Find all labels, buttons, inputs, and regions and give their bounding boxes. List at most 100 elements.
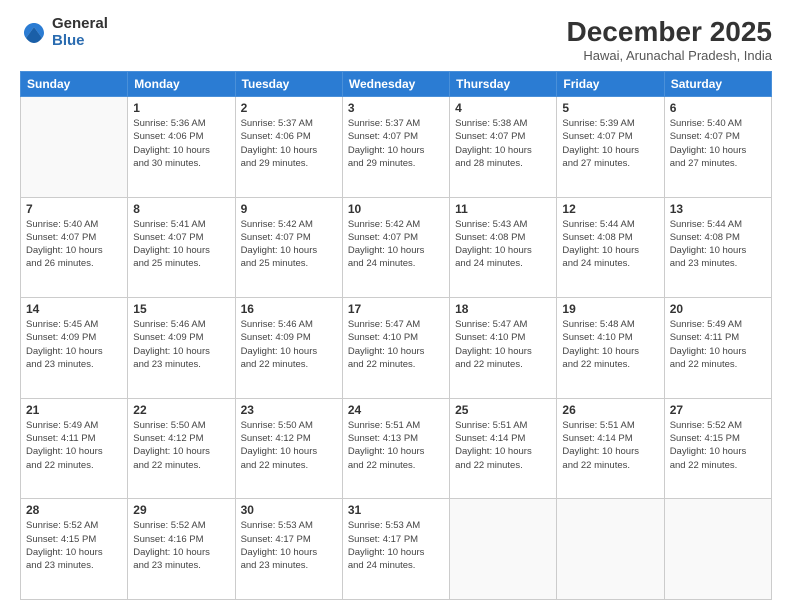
calendar-cell: 7 Sunrise: 5:40 AM Sunset: 4:07 PM Daylig…: [21, 197, 128, 298]
calendar-cell: 3 Sunrise: 5:37 AM Sunset: 4:07 PM Daylig…: [342, 97, 449, 198]
calendar-cell: 2Sunrise: 5:37 AM Sunset: 4:06 PM Daylig…: [235, 97, 342, 198]
logo-icon: [20, 19, 48, 47]
calendar-cell: 11 Sunrise: 5:43 AM Sunset: 4:08 PM Dayli…: [450, 197, 557, 298]
cell-info: Sunrise: 5:52 AM Sunset: 4:15 PM Dayligh…: [26, 519, 122, 572]
week-row-2: 14 Sunrise: 5:45 AM Sunset: 4:09 PM Dayli…: [21, 298, 772, 399]
week-row-3: 21 Sunrise: 5:49 AM Sunset: 4:11 PM Dayli…: [21, 398, 772, 499]
day-number: 31: [348, 503, 444, 517]
cell-info: Sunrise: 5:53 AM Sunset: 4:17 PM Dayligh…: [241, 519, 337, 572]
cell-info: Sunrise: 5:49 AM Sunset: 4:11 PM Dayligh…: [26, 419, 122, 472]
cell-info: Sunrise: 5:51 AM Sunset: 4:13 PM Dayligh…: [348, 419, 444, 472]
calendar-cell: 16Sunrise: 5:46 AM Sunset: 4:09 PM Dayli…: [235, 298, 342, 399]
calendar-cell: 4 Sunrise: 5:38 AM Sunset: 4:07 PM Daylig…: [450, 97, 557, 198]
day-number: 5: [562, 101, 658, 115]
cell-info: Sunrise: 5:38 AM Sunset: 4:07 PM Dayligh…: [455, 117, 551, 170]
header-tuesday: Tuesday: [235, 72, 342, 97]
calendar-cell: 9Sunrise: 5:42 AM Sunset: 4:07 PM Daylig…: [235, 197, 342, 298]
page: General Blue December 2025 Hawai, Arunac…: [0, 0, 792, 612]
calendar-cell: 20Sunrise: 5:49 AM Sunset: 4:11 PM Dayli…: [664, 298, 771, 399]
day-number: 21: [26, 403, 122, 417]
logo-blue: Blue: [52, 32, 85, 49]
cell-info: Sunrise: 5:40 AM Sunset: 4:07 PM Dayligh…: [26, 218, 122, 271]
calendar-cell: 1Sunrise: 5:36 AM Sunset: 4:06 PM Daylig…: [128, 97, 235, 198]
calendar-cell: 28 Sunrise: 5:52 AM Sunset: 4:15 PM Dayli…: [21, 499, 128, 600]
calendar-cell: 22 Sunrise: 5:50 AM Sunset: 4:12 PM Dayli…: [128, 398, 235, 499]
header-friday: Friday: [557, 72, 664, 97]
calendar-cell: [21, 97, 128, 198]
header-monday: Monday: [128, 72, 235, 97]
day-number: 20: [670, 302, 766, 316]
header: General Blue December 2025 Hawai, Arunac…: [20, 16, 772, 63]
day-number: 13: [670, 202, 766, 216]
cell-info: Sunrise: 5:50 AM Sunset: 4:12 PM Dayligh…: [241, 419, 337, 472]
day-number: 7: [26, 202, 122, 216]
day-number: 3: [348, 101, 444, 115]
calendar-cell: 30 Sunrise: 5:53 AM Sunset: 4:17 PM Dayli…: [235, 499, 342, 600]
cell-info: Sunrise: 5:44 AM Sunset: 4:08 PM Dayligh…: [670, 218, 766, 271]
calendar-cell: 24 Sunrise: 5:51 AM Sunset: 4:13 PM Dayli…: [342, 398, 449, 499]
cell-info: Sunrise: 5:51 AM Sunset: 4:14 PM Dayligh…: [455, 419, 551, 472]
calendar-cell: [557, 499, 664, 600]
week-row-0: 1Sunrise: 5:36 AM Sunset: 4:06 PM Daylig…: [21, 97, 772, 198]
day-number: 16: [241, 302, 337, 316]
day-number: 22: [133, 403, 229, 417]
calendar-cell: 13 Sunrise: 5:44 AM Sunset: 4:08 PM Dayli…: [664, 197, 771, 298]
day-number: 29: [133, 503, 229, 517]
logo: General Blue: [20, 16, 108, 49]
calendar-cell: [664, 499, 771, 600]
day-number: 8: [133, 202, 229, 216]
cell-info: Sunrise: 5:37 AM Sunset: 4:07 PM Dayligh…: [348, 117, 444, 170]
day-number: 11: [455, 202, 551, 216]
cell-info: Sunrise: 5:52 AM Sunset: 4:15 PM Dayligh…: [670, 419, 766, 472]
calendar-cell: 18Sunrise: 5:47 AM Sunset: 4:10 PM Dayli…: [450, 298, 557, 399]
title-block: December 2025 Hawai, Arunachal Pradesh, …: [567, 16, 772, 63]
month-title: December 2025: [567, 16, 772, 48]
header-wednesday: Wednesday: [342, 72, 449, 97]
cell-info: Sunrise: 5:42 AM Sunset: 4:07 PM Dayligh…: [348, 218, 444, 271]
day-number: 1: [133, 101, 229, 115]
calendar-cell: 25Sunrise: 5:51 AM Sunset: 4:14 PM Dayli…: [450, 398, 557, 499]
calendar-cell: 27 Sunrise: 5:52 AM Sunset: 4:15 PM Dayli…: [664, 398, 771, 499]
day-number: 4: [455, 101, 551, 115]
calendar-cell: 19 Sunrise: 5:48 AM Sunset: 4:10 PM Dayli…: [557, 298, 664, 399]
cell-info: Sunrise: 5:45 AM Sunset: 4:09 PM Dayligh…: [26, 318, 122, 371]
cell-info: Sunrise: 5:50 AM Sunset: 4:12 PM Dayligh…: [133, 419, 229, 472]
day-number: 19: [562, 302, 658, 316]
day-number: 24: [348, 403, 444, 417]
cell-info: Sunrise: 5:48 AM Sunset: 4:10 PM Dayligh…: [562, 318, 658, 371]
day-number: 28: [26, 503, 122, 517]
calendar-cell: 5Sunrise: 5:39 AM Sunset: 4:07 PM Daylig…: [557, 97, 664, 198]
week-row-1: 7 Sunrise: 5:40 AM Sunset: 4:07 PM Daylig…: [21, 197, 772, 298]
cell-info: Sunrise: 5:51 AM Sunset: 4:14 PM Dayligh…: [562, 419, 658, 472]
calendar-cell: 6Sunrise: 5:40 AM Sunset: 4:07 PM Daylig…: [664, 97, 771, 198]
day-number: 23: [241, 403, 337, 417]
day-number: 17: [348, 302, 444, 316]
calendar-cell: 26Sunrise: 5:51 AM Sunset: 4:14 PM Dayli…: [557, 398, 664, 499]
header-sunday: Sunday: [21, 72, 128, 97]
calendar-cell: 31Sunrise: 5:53 AM Sunset: 4:17 PM Dayli…: [342, 499, 449, 600]
calendar-table: SundayMondayTuesdayWednesdayThursdayFrid…: [20, 71, 772, 600]
day-number: 30: [241, 503, 337, 517]
calendar-cell: 17Sunrise: 5:47 AM Sunset: 4:10 PM Dayli…: [342, 298, 449, 399]
calendar-cell: 15 Sunrise: 5:46 AM Sunset: 4:09 PM Dayli…: [128, 298, 235, 399]
calendar-header-row: SundayMondayTuesdayWednesdayThursdayFrid…: [21, 72, 772, 97]
day-number: 14: [26, 302, 122, 316]
calendar-cell: 23 Sunrise: 5:50 AM Sunset: 4:12 PM Dayli…: [235, 398, 342, 499]
logo-text: General Blue: [52, 16, 108, 49]
calendar-cell: 21 Sunrise: 5:49 AM Sunset: 4:11 PM Dayli…: [21, 398, 128, 499]
day-number: 10: [348, 202, 444, 216]
cell-info: Sunrise: 5:46 AM Sunset: 4:09 PM Dayligh…: [133, 318, 229, 371]
calendar-cell: 29Sunrise: 5:52 AM Sunset: 4:16 PM Dayli…: [128, 499, 235, 600]
logo-general: General: [52, 15, 108, 32]
cell-info: Sunrise: 5:41 AM Sunset: 4:07 PM Dayligh…: [133, 218, 229, 271]
calendar-cell: [450, 499, 557, 600]
header-saturday: Saturday: [664, 72, 771, 97]
calendar-cell: 12Sunrise: 5:44 AM Sunset: 4:08 PM Dayli…: [557, 197, 664, 298]
day-number: 9: [241, 202, 337, 216]
day-number: 15: [133, 302, 229, 316]
cell-info: Sunrise: 5:43 AM Sunset: 4:08 PM Dayligh…: [455, 218, 551, 271]
day-number: 18: [455, 302, 551, 316]
location: Hawai, Arunachal Pradesh, India: [567, 48, 772, 63]
day-number: 6: [670, 101, 766, 115]
day-number: 27: [670, 403, 766, 417]
